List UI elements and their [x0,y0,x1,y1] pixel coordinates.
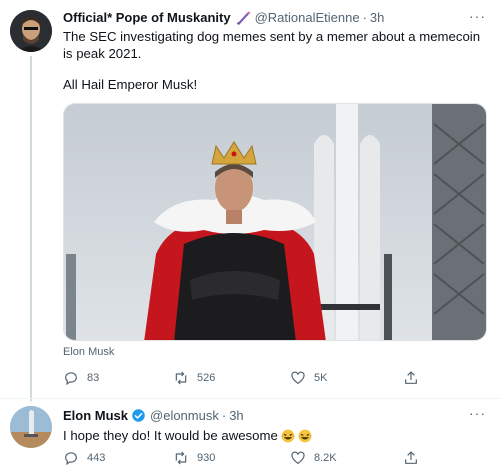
verified-badge-icon [131,408,146,423]
avatar[interactable] [10,10,52,52]
share-icon [405,451,417,464]
media-caption[interactable]: Elon Musk [63,346,114,358]
separator: · [362,10,367,25]
reply-icon [65,452,77,466]
tweet-text-row: I hope they do! It would be awesome [63,427,488,444]
like-button[interactable]: 8.2K [290,450,337,466]
tweet-text-line2: All Hail Emperor Musk! [63,77,198,92]
tweet-image[interactable] [63,103,487,341]
retweet-count: 526 [197,372,216,384]
pen-icon [235,11,251,25]
retweet-icon [175,451,187,465]
tweet-2[interactable]: Elon Musk @elonmusk · 3h ··· I hope they… [0,398,500,473]
tweet-1[interactable]: Official* Pope of Muskanity @RationalEti… [0,0,500,401]
like-count: 5K [314,372,328,384]
thread-line [30,56,32,401]
share-button[interactable] [403,450,427,466]
avatar[interactable] [10,406,52,448]
like-icon [291,451,305,465]
share-button[interactable] [403,370,427,386]
reply-button[interactable]: 83 [63,370,99,386]
laughing-emoji-icon [281,429,295,443]
retweet-button[interactable]: 526 [173,370,215,386]
tweet-header: Official* Pope of Muskanity @RationalEti… [63,10,384,25]
display-name[interactable]: Elon Musk [63,408,128,423]
reply-icon [65,372,77,386]
tweet-text: I hope they do! It would be awesome [63,428,278,443]
timestamp[interactable]: 3h [370,10,384,25]
like-count: 8.2K [314,452,337,464]
more-options-button[interactable]: ··· [469,8,486,24]
share-icon [405,371,417,384]
more-options-button[interactable]: ··· [469,405,486,421]
tweet-actions: 443 930 8.2K [63,450,488,468]
like-button[interactable]: 5K [290,370,327,386]
display-name[interactable]: Official* Pope of Muskanity [63,10,231,25]
tweet-header: Elon Musk @elonmusk · 3h [63,408,244,423]
reply-count: 83 [87,372,100,384]
tweet-actions: 83 526 5K [63,370,488,388]
handle[interactable]: @elonmusk [150,408,219,423]
tweet-text: The SEC investigating dog memes sent by … [63,29,481,61]
laughing-emoji-icon [298,429,312,443]
handle[interactable]: @RationalEtienne [255,10,360,25]
reply-button[interactable]: 443 [63,450,105,466]
like-icon [291,371,305,385]
timestamp[interactable]: 3h [229,408,243,423]
retweet-icon [175,371,187,385]
separator: · [221,408,227,423]
retweet-button[interactable]: 930 [173,450,215,466]
reply-count: 443 [87,452,106,464]
retweet-count: 930 [197,452,216,464]
